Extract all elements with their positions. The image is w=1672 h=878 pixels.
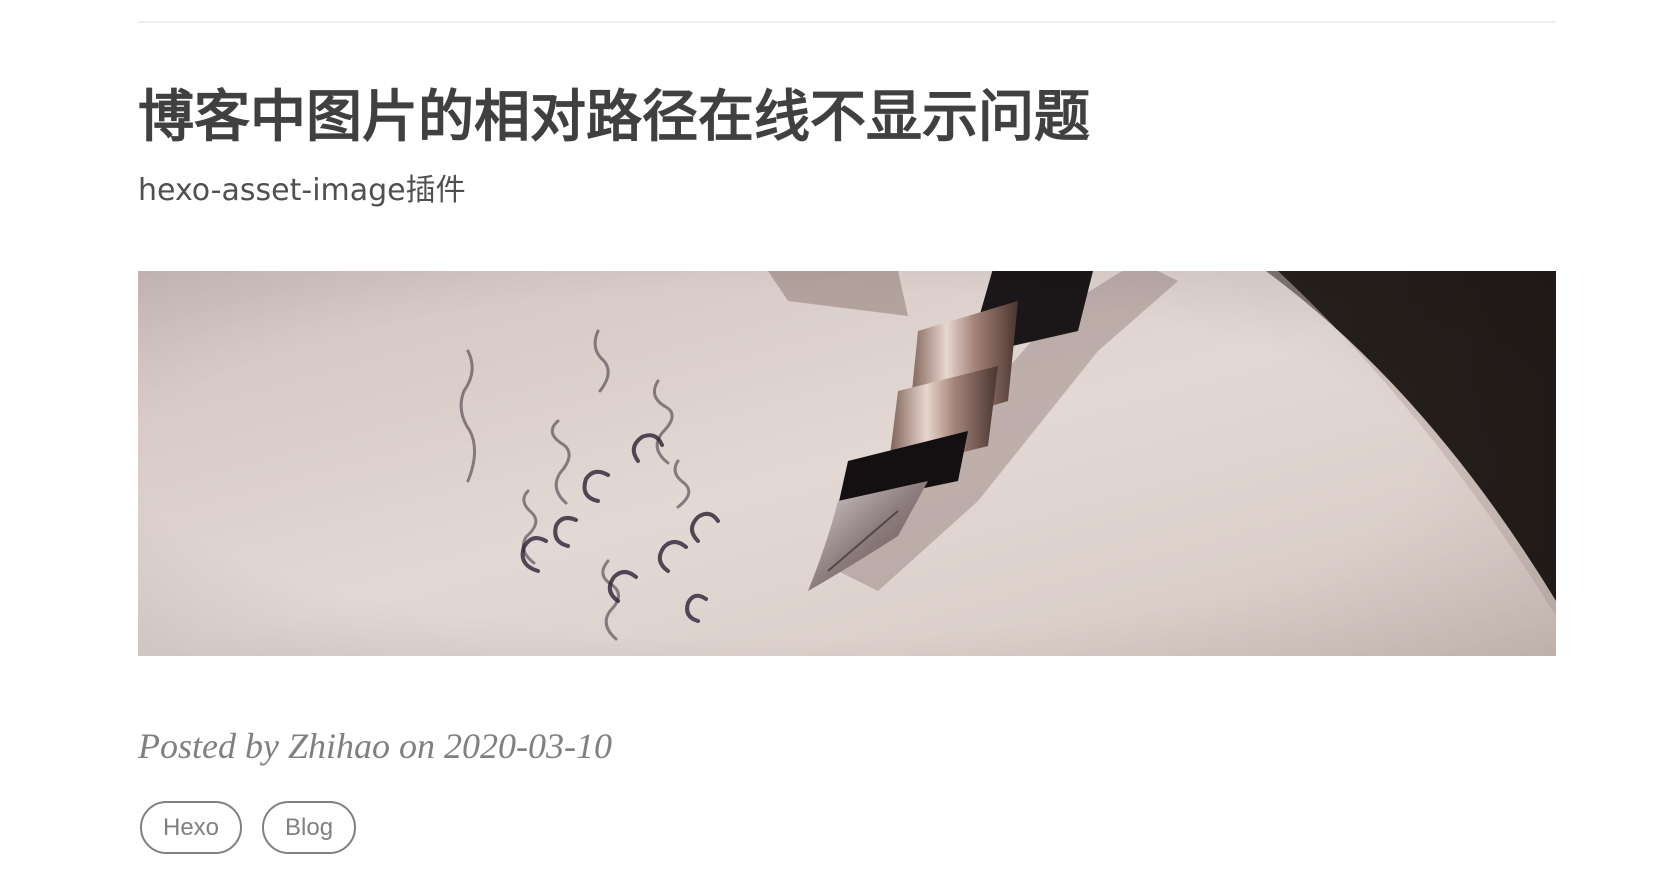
tag-blog[interactable]: Blog — [262, 801, 357, 854]
tag-list: Hexo Blog — [140, 801, 357, 854]
post-meta: Posted by Zhihao on 2020-03-10 — [138, 726, 612, 766]
post-header-image — [138, 271, 1556, 656]
header-divider — [138, 21, 1556, 23]
tag-hexo[interactable]: Hexo — [140, 801, 243, 854]
post-title: 博客中图片的相对路径在线不显示问题 — [138, 85, 1090, 150]
post-subtitle: hexo-asset-image插件 — [138, 173, 466, 208]
